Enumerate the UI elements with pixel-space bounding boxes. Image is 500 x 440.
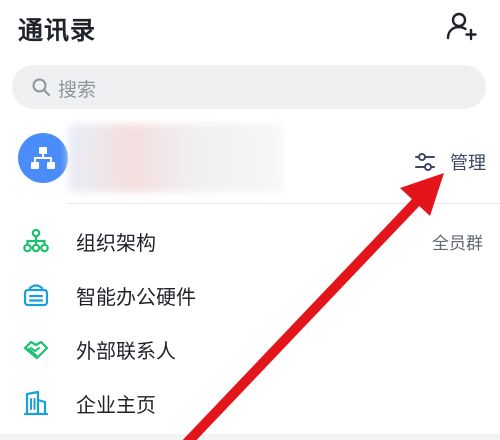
header: 通讯录 [0, 0, 500, 56]
menu-item-label: 智能办公硬件 [76, 285, 196, 309]
divider [68, 203, 500, 204]
add-user-icon[interactable] [446, 10, 478, 42]
manage-label: 管理 [450, 153, 486, 174]
search-input[interactable]: 搜索 [12, 65, 486, 109]
bottom-separator [0, 434, 500, 440]
menu-item-label: 组织架构 [76, 231, 156, 255]
handshake-icon [23, 336, 49, 362]
building-icon [23, 390, 49, 416]
org-structure-icon [23, 228, 49, 254]
organization-name-blurred [68, 124, 283, 192]
menu-item-smart-hardware[interactable]: 智能办公硬件 [0, 268, 500, 322]
menu-item-org-structure[interactable]: 组织架构 全员群 [0, 214, 500, 268]
menu-item-external-contacts[interactable]: 外部联系人 [0, 322, 500, 376]
smart-hardware-icon [23, 282, 49, 308]
search-placeholder: 搜索 [58, 79, 97, 101]
page-title: 通讯录 [18, 16, 97, 45]
organization-card[interactable]: 管理 [0, 120, 500, 200]
menu-item-label: 外部联系人 [76, 339, 176, 363]
search-icon [31, 77, 51, 97]
org-chart-icon [18, 133, 68, 183]
sliders-icon [414, 151, 436, 173]
menu-item-label: 企业主页 [76, 393, 156, 417]
all-members-group-link[interactable]: 全员群 [432, 229, 483, 254]
menu-item-enterprise-homepage[interactable]: 企业主页 [0, 376, 500, 430]
